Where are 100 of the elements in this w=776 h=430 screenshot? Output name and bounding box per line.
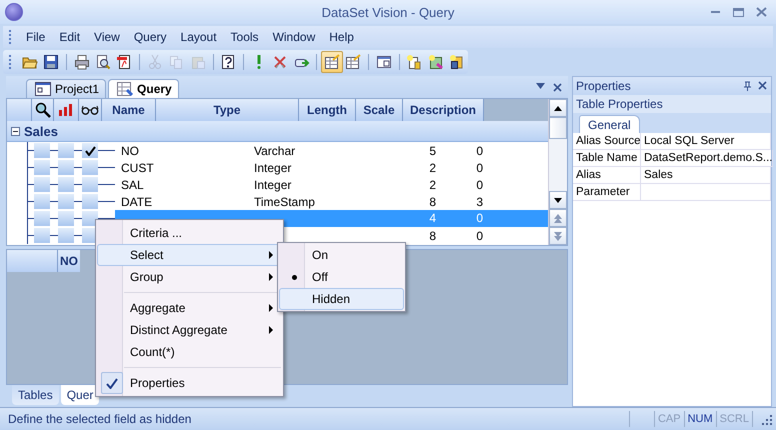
document-tab[interactable]: Project1 xyxy=(26,79,106,98)
menu-item[interactable]: Off xyxy=(279,266,404,288)
menu-item[interactable]: Properties xyxy=(97,372,282,394)
database-icon xyxy=(449,54,466,70)
new-file-icon xyxy=(406,54,422,70)
status-indicator: SCRL xyxy=(718,413,750,425)
column-header[interactable]: Description xyxy=(403,99,484,121)
group-label: Sales xyxy=(24,124,58,138)
maximize-icon xyxy=(733,8,744,16)
menu-item[interactable]: File xyxy=(19,28,52,46)
toolbar-grip[interactable] xyxy=(9,55,13,69)
bottom-tab[interactable]: Tables xyxy=(12,385,59,405)
field-toggle[interactable] xyxy=(58,228,74,243)
field-toggle[interactable] xyxy=(34,228,50,243)
field-toggle[interactable] xyxy=(58,211,74,226)
menu-item[interactable]: Layout xyxy=(174,28,224,46)
status-indicator: CAP xyxy=(656,413,682,425)
property-name: Table Name xyxy=(573,150,641,167)
menu-item[interactable]: View xyxy=(87,28,127,46)
field-toggle[interactable] xyxy=(58,177,74,192)
table-cell-text: 0 xyxy=(475,160,484,174)
cross-tool-icon xyxy=(272,54,288,70)
table-cell: 4 xyxy=(391,210,448,227)
table-cell-text: SAL xyxy=(120,178,145,192)
table-cell-text: DATE xyxy=(120,194,154,208)
menu-item[interactable]: Help xyxy=(322,28,361,46)
table-edit-button[interactable] xyxy=(321,51,343,73)
scroll-up-button[interactable] xyxy=(549,99,567,117)
table-cell-text: TimeStamp xyxy=(253,194,316,208)
preview-icon xyxy=(95,54,111,70)
column-header[interactable]: Scale xyxy=(356,99,403,121)
table-cell-text: CUST xyxy=(120,160,155,174)
field-toggle[interactable] xyxy=(34,160,50,175)
table-cell-text: 8 xyxy=(428,194,437,208)
field-toggle[interactable] xyxy=(58,194,74,209)
bottom-tab[interactable]: Quer xyxy=(60,385,100,405)
column-header[interactable]: Length xyxy=(299,99,356,121)
table-cell-text: 0 xyxy=(475,144,484,158)
field-toggle[interactable] xyxy=(34,194,50,209)
property-value[interactable]: Sales xyxy=(641,167,771,184)
close-icon xyxy=(756,7,767,17)
window-icon xyxy=(35,82,51,96)
menu-item[interactable]: Distinct Aggregate xyxy=(97,319,282,341)
app-logo-icon xyxy=(5,3,23,21)
property-tab[interactable]: General xyxy=(579,115,640,133)
property-name: Parameter xyxy=(573,184,641,201)
checkbox[interactable] xyxy=(82,211,98,226)
checkbox[interactable] xyxy=(82,143,98,158)
property-value[interactable]: Local SQL Server xyxy=(641,133,771,150)
menu-item[interactable]: Query xyxy=(126,28,174,46)
pin-icon[interactable] xyxy=(743,81,752,91)
table-cell-text: Integer xyxy=(253,160,292,174)
menu-item[interactable]: On xyxy=(279,244,404,266)
scroll-down-button[interactable] xyxy=(549,191,567,209)
table-cell-text: 8 xyxy=(428,228,437,242)
menu-item[interactable]: Count(*) xyxy=(97,341,282,363)
table-edit-icon xyxy=(324,54,340,70)
table-cell-text: 0 xyxy=(475,228,484,242)
page-down-button[interactable] xyxy=(549,227,567,245)
menu-item[interactable]: Tools xyxy=(224,28,266,46)
scissors-icon xyxy=(146,54,163,70)
field-toggle[interactable] xyxy=(34,211,50,226)
field-toggle[interactable] xyxy=(34,177,50,192)
checkbox[interactable] xyxy=(82,160,98,175)
menu-item[interactable]: Hidden xyxy=(279,288,404,310)
checkbox[interactable] xyxy=(82,194,98,209)
double-down-arrow-icon xyxy=(554,232,562,240)
scroll-thumb[interactable] xyxy=(549,117,567,139)
menu-item[interactable]: Window xyxy=(266,28,322,46)
menu-item[interactable]: Criteria ... xyxy=(97,222,282,244)
save-icon xyxy=(43,54,60,70)
close-icon[interactable] xyxy=(758,81,767,90)
resize-grip-icon[interactable] xyxy=(761,413,773,425)
table-cell-text: Integer xyxy=(253,178,292,192)
panel-title: Properties xyxy=(576,79,631,93)
table-cell-text: 2 xyxy=(428,160,437,174)
document-tab[interactable]: Query xyxy=(108,79,179,98)
bar-chart-icon xyxy=(58,104,74,116)
search-icon xyxy=(34,102,50,118)
menubar-grip[interactable] xyxy=(9,30,13,44)
help-icon xyxy=(220,54,236,70)
field-toggle[interactable] xyxy=(58,143,74,158)
minimize-icon xyxy=(711,11,720,13)
field-toggle[interactable] xyxy=(58,160,74,175)
table-new-icon xyxy=(428,54,444,70)
field-toggle[interactable] xyxy=(34,143,50,158)
menu-item[interactable]: Edit xyxy=(52,28,88,46)
table-cell-text: NO xyxy=(120,144,140,158)
column-header[interactable]: NO xyxy=(57,250,80,272)
table-icon xyxy=(117,82,134,96)
checkmark-icon xyxy=(106,378,118,388)
status-text: Define the selected field as hidden xyxy=(8,412,192,426)
close-icon[interactable] xyxy=(553,82,562,92)
table-cell-text: 5 xyxy=(428,144,437,158)
checkbox[interactable] xyxy=(82,177,98,192)
property-value[interactable]: DataSetReport.demo.S... xyxy=(641,150,774,167)
collapse-toggle[interactable] xyxy=(11,126,20,136)
dropdown-arrow-icon[interactable] xyxy=(536,82,545,88)
column-header[interactable]: Name xyxy=(102,99,156,121)
column-header[interactable]: Type xyxy=(156,99,299,121)
